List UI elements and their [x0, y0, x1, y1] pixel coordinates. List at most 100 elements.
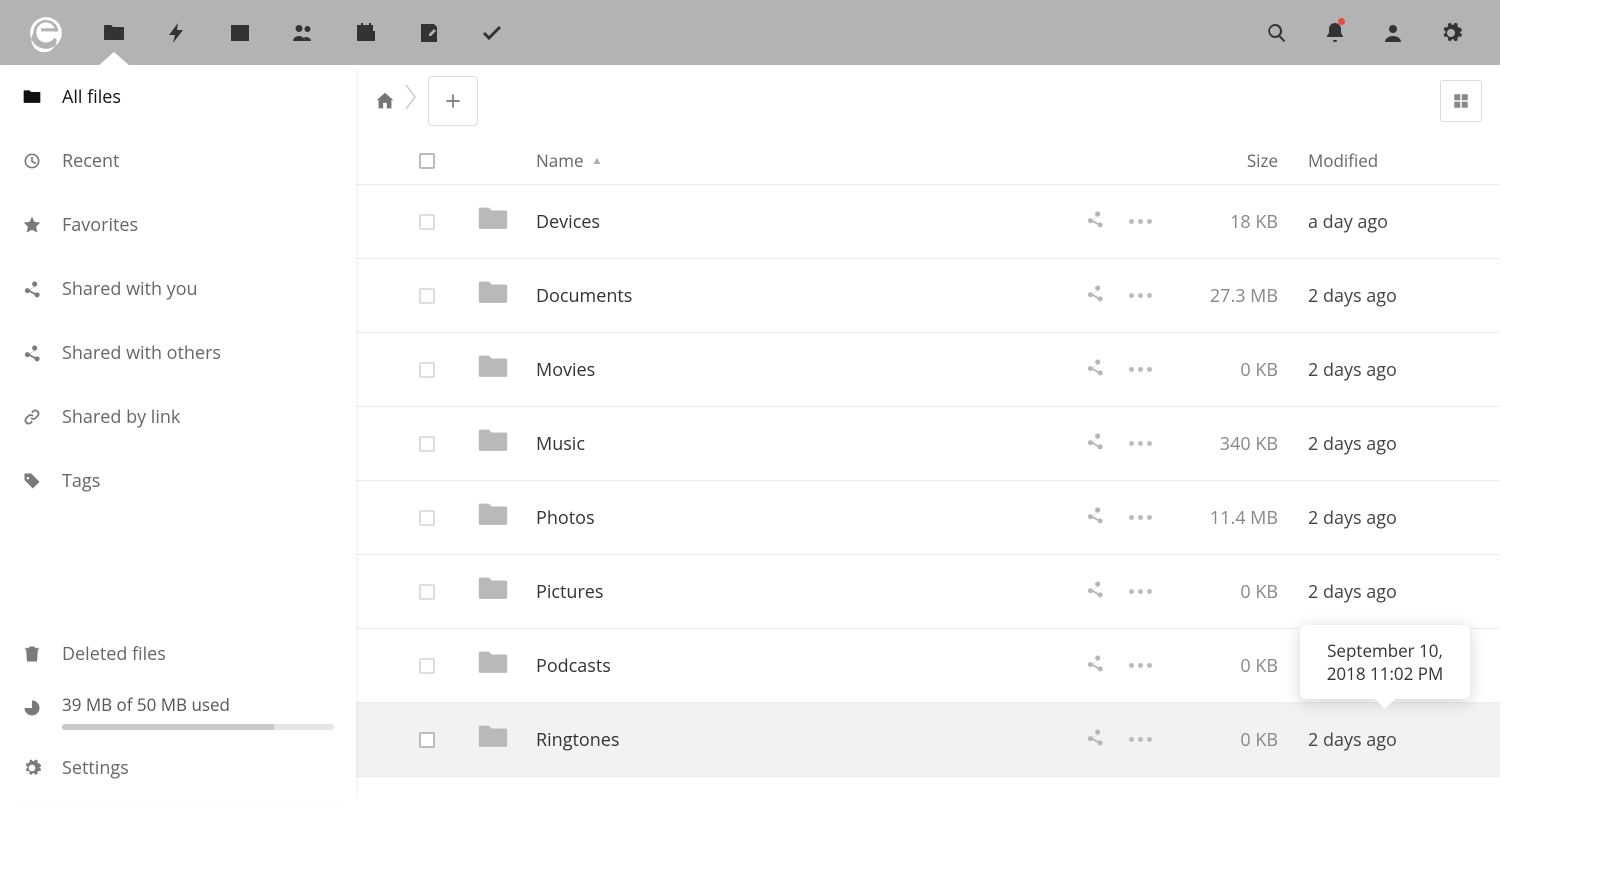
new-button[interactable]: [428, 76, 478, 126]
share-icon[interactable]: [1085, 727, 1105, 753]
quota-fill: [62, 724, 274, 730]
file-name: Music: [536, 432, 585, 456]
top-bar: [0, 0, 1500, 65]
more-icon[interactable]: [1129, 357, 1152, 383]
file-modified: 2 days ago: [1308, 728, 1397, 752]
table-header: Name ▲ Size Modified: [356, 137, 1500, 185]
sidebar-item-label: Favorites: [62, 213, 138, 237]
trash-icon: [22, 644, 62, 664]
file-size: 18 KB: [1230, 210, 1278, 234]
row-checkbox[interactable]: [419, 288, 435, 304]
table-row[interactable]: Documents 27.3 MB 2 days ago: [356, 259, 1500, 333]
file-size: 0 KB: [1240, 654, 1278, 678]
share-icon[interactable]: [1085, 579, 1105, 605]
row-checkbox[interactable]: [419, 214, 435, 230]
file-modified: a day ago: [1308, 210, 1388, 234]
file-size: 0 KB: [1240, 728, 1278, 752]
column-modified[interactable]: Modified: [1308, 149, 1378, 172]
file-modified: 2 days ago: [1308, 432, 1397, 456]
row-checkbox[interactable]: [419, 732, 435, 748]
table-row[interactable]: Pictures 0 KB 2 days ago: [356, 555, 1500, 629]
column-name[interactable]: Name: [536, 149, 584, 172]
table-row[interactable]: Movies 0 KB 2 days ago: [356, 333, 1500, 407]
view-toggle-grid[interactable]: [1440, 80, 1482, 122]
share-icon[interactable]: [1085, 283, 1105, 309]
sidebar-item-label: Settings: [62, 756, 129, 780]
share-icon[interactable]: [1085, 209, 1105, 235]
nav-files-icon[interactable]: [82, 0, 145, 65]
nav-contacts-icon[interactable]: [271, 0, 334, 65]
sidebar-item-label: Tags: [62, 469, 100, 493]
nav-gallery-icon[interactable]: [208, 0, 271, 65]
sort-caret-icon: ▲: [592, 153, 603, 168]
more-icon[interactable]: [1129, 283, 1152, 309]
sidebar-item-shared-with-others[interactable]: Shared with others: [0, 321, 356, 385]
sidebar-item-label: All files: [62, 85, 121, 109]
file-modified: 2 days ago: [1308, 580, 1397, 604]
quota-bar: [62, 724, 334, 730]
row-checkbox[interactable]: [419, 436, 435, 452]
file-name: Ringtones: [536, 728, 619, 752]
row-checkbox[interactable]: [419, 510, 435, 526]
quota-text: 39 MB of 50 MB used: [62, 693, 334, 716]
folder-icon: [476, 662, 510, 686]
select-all-checkbox[interactable]: [419, 153, 435, 169]
sidebar-item-all-files[interactable]: All files: [0, 65, 356, 129]
share-icon[interactable]: [1085, 653, 1105, 679]
nav-tasks-icon[interactable]: [460, 0, 523, 65]
share-icon[interactable]: [1085, 431, 1105, 457]
row-checkbox[interactable]: [419, 362, 435, 378]
sidebar-item-shared-by-link[interactable]: Shared by link: [0, 385, 356, 449]
breadcrumb-separator: [404, 83, 418, 119]
file-name: Movies: [536, 358, 595, 382]
file-size: 0 KB: [1240, 358, 1278, 382]
breadcrumb-bar: [356, 65, 1500, 137]
nav-notes-icon[interactable]: [397, 0, 460, 65]
more-icon[interactable]: [1129, 727, 1152, 753]
table-row[interactable]: Music 340 KB 2 days ago: [356, 407, 1500, 481]
share-icon: [22, 279, 62, 299]
sidebar-item-label: Recent: [62, 149, 119, 173]
link-icon: [22, 407, 62, 427]
sidebar-item-shared-with-you[interactable]: Shared with you: [0, 257, 356, 321]
storage-quota: 39 MB of 50 MB used: [0, 686, 356, 736]
sidebar-item-settings[interactable]: Settings: [0, 736, 356, 800]
notifications-icon[interactable]: [1306, 0, 1364, 65]
row-checkbox[interactable]: [419, 658, 435, 674]
more-icon[interactable]: [1129, 579, 1152, 605]
gear-icon: [22, 758, 62, 778]
file-size: 27.3 MB: [1210, 284, 1278, 308]
share-icon[interactable]: [1085, 505, 1105, 531]
sidebar-item-deleted-files[interactable]: Deleted files: [0, 622, 356, 686]
clock-icon: [22, 151, 62, 171]
table-row[interactable]: Photos 11.4 MB 2 days ago: [356, 481, 1500, 555]
account-icon[interactable]: [1364, 0, 1422, 65]
folder-icon: [476, 514, 510, 538]
sidebar-item-tags[interactable]: Tags: [0, 449, 356, 513]
file-size: 11.4 MB: [1210, 506, 1278, 530]
search-icon[interactable]: [1248, 0, 1306, 65]
tooltip-text: September 10, 2018 11:02 PM: [1327, 639, 1444, 685]
more-icon[interactable]: [1129, 505, 1152, 531]
table-row[interactable]: Ringtones 0 KB 2 days ago: [356, 703, 1500, 777]
sidebar-item-favorites[interactable]: Favorites: [0, 193, 356, 257]
share-icon[interactable]: [1085, 357, 1105, 383]
column-size[interactable]: Size: [1247, 149, 1278, 172]
nav-calendar-icon[interactable]: [334, 0, 397, 65]
nav-activity-icon[interactable]: [145, 0, 208, 65]
settings-icon[interactable]: [1422, 0, 1480, 65]
sidebar-item-label: Shared with you: [62, 277, 198, 301]
breadcrumb-home[interactable]: [374, 90, 396, 112]
app-logo[interactable]: [10, 0, 82, 65]
file-name: Podcasts: [536, 654, 611, 678]
sidebar-item-label: Deleted files: [62, 642, 166, 666]
sidebar: All files Recent Favorites Shared with y…: [0, 65, 356, 800]
more-icon[interactable]: [1129, 653, 1152, 679]
pie-icon: [22, 698, 42, 723]
more-icon[interactable]: [1129, 209, 1152, 235]
file-name: Photos: [536, 506, 595, 530]
row-checkbox[interactable]: [419, 584, 435, 600]
sidebar-item-recent[interactable]: Recent: [0, 129, 356, 193]
more-icon[interactable]: [1129, 431, 1152, 457]
table-row[interactable]: Devices 18 KB a day ago: [356, 185, 1500, 259]
